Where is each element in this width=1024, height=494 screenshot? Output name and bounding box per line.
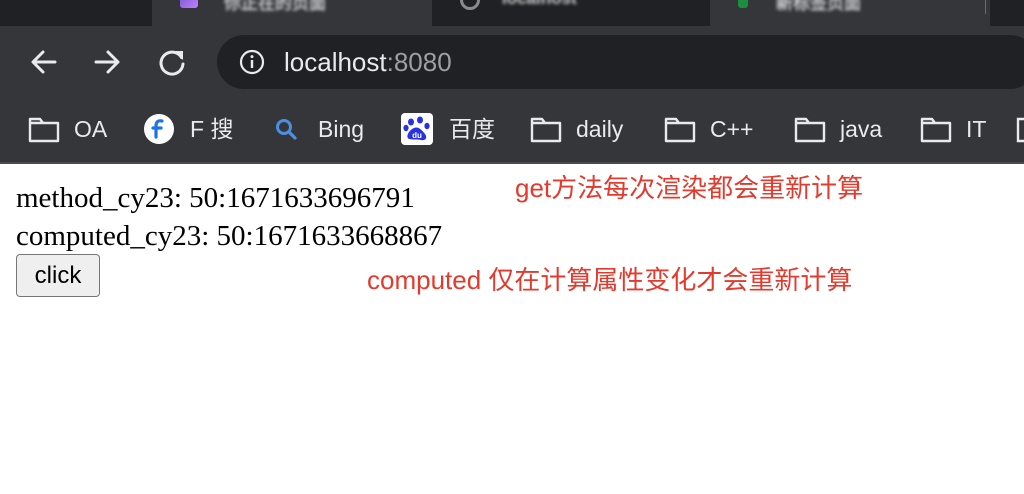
- tab-separator: [985, 0, 986, 14]
- tab-2[interactable]: localhost: [432, 0, 710, 26]
- back-button[interactable]: [26, 44, 62, 80]
- tab-1[interactable]: 你正在的页面: [152, 0, 432, 26]
- address-bar[interactable]: localhost:8080: [217, 35, 1024, 89]
- browser-toolbar: localhost:8080: [0, 26, 1024, 98]
- bookmark-java[interactable]: java: [794, 112, 882, 146]
- tab-3-title: 新标签页面: [776, 0, 861, 13]
- bookmark-it[interactable]: IT: [920, 112, 986, 146]
- reload-icon: [159, 50, 185, 76]
- bookmark-label: OA: [74, 116, 108, 142]
- bookmark-daily[interactable]: daily: [530, 112, 623, 146]
- search-icon: [272, 113, 300, 145]
- forward-arrow-icon: [94, 50, 120, 74]
- computed-annotation: computed 仅在计算属性变化才会重新计算: [367, 265, 853, 295]
- site-info-icon[interactable]: [239, 49, 265, 75]
- tab-2-title: localhost: [502, 0, 577, 9]
- bookmark-baidu[interactable]: du 百度: [401, 112, 495, 146]
- bookmark-label: java: [840, 116, 883, 142]
- folder-icon: [530, 113, 562, 145]
- bookmark-label: 百度: [449, 116, 495, 142]
- url-port: :8080: [386, 47, 452, 77]
- computed-output: computed_cy23: 50:1671633668867: [16, 220, 443, 252]
- bookmark-cpp[interactable]: C++: [664, 112, 753, 146]
- url-host: localhost: [284, 47, 387, 77]
- folder-icon: [28, 113, 60, 145]
- bookmark-label: daily: [576, 116, 624, 142]
- click-button[interactable]: click: [16, 254, 100, 297]
- back-arrow-icon: [31, 50, 57, 74]
- forward-button[interactable]: [89, 44, 125, 80]
- reload-button[interactable]: [154, 44, 190, 80]
- tab-1-title: 你正在的页面: [224, 0, 326, 13]
- bookmark-label: F 搜: [190, 116, 234, 142]
- bookmark-bing[interactable]: Bing: [272, 112, 364, 146]
- bookmark-label: IT: [966, 116, 987, 142]
- tab-3-favicon-icon: [738, 0, 748, 8]
- folder-icon: [794, 113, 826, 145]
- bookmark-label: Bing: [318, 116, 365, 142]
- tab-left-edge[interactable]: [0, 0, 152, 26]
- tab-3[interactable]: 新标签页面: [710, 0, 990, 26]
- get-method-annotation: get方法每次渲染都会重新计算: [515, 173, 864, 203]
- tab-2-favicon-icon: [460, 0, 480, 10]
- fsou-logo-icon: [144, 114, 174, 144]
- baidu-paw-icon: du: [401, 113, 433, 145]
- folder-icon: [664, 113, 696, 145]
- folder-icon: [1016, 113, 1024, 145]
- method-output: method_cy23: 50:1671633696791: [16, 182, 415, 214]
- chrome-divider: [0, 162, 1024, 164]
- folder-icon: [920, 113, 952, 145]
- browser-chrome: 你正在的页面 localhost 新标签页面: [0, 0, 1024, 164]
- bookmarks-bar: OA F 搜 Bing du 百度 daily C++ java IT: [0, 98, 1024, 162]
- tab-strip: 你正在的页面 localhost 新标签页面: [0, 0, 1024, 26]
- tab-1-favicon-icon: [180, 0, 198, 8]
- bookmark-label: C++: [710, 116, 754, 142]
- bookmark-overflow[interactable]: [1016, 112, 1024, 146]
- svg-text:du: du: [412, 131, 422, 140]
- bookmark-fsou[interactable]: F 搜: [144, 112, 233, 146]
- bookmark-oa[interactable]: OA: [28, 112, 107, 146]
- url-text: localhost:8080: [284, 47, 452, 77]
